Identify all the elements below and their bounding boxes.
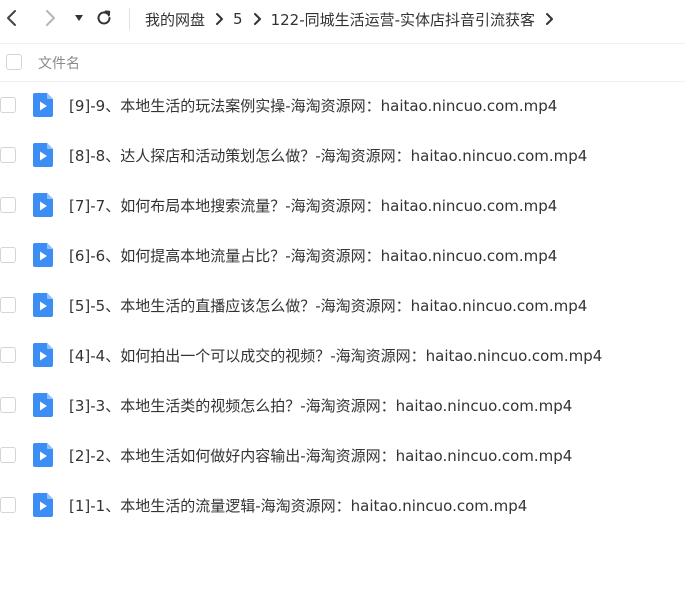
column-header-filename[interactable]: 文件名	[38, 53, 80, 73]
file-name[interactable]: [8]-8、达人探店和活动策划怎么做？-海淘资源网：haitao.nincuo.…	[69, 145, 587, 166]
video-file-icon	[33, 393, 53, 417]
file-list: [9]-9、本地生活的玩法案例实操-海淘资源网：haitao.nincuo.co…	[0, 81, 685, 531]
forward-button[interactable]	[38, 6, 62, 30]
caret-down-icon	[75, 15, 83, 21]
video-file-icon	[33, 343, 53, 367]
file-name[interactable]: [7]-7、如何布局本地搜索流量？-海淘资源网：haitao.nincuo.co…	[69, 195, 557, 216]
file-name[interactable]: [9]-9、本地生活的玩法案例实操-海淘资源网：haitao.nincuo.co…	[69, 95, 557, 116]
video-file-icon	[33, 93, 53, 117]
file-checkbox[interactable]	[0, 147, 16, 163]
select-all-checkbox[interactable]	[6, 54, 22, 70]
file-row[interactable]: [6]-6、如何提高本地流量占比？-海淘资源网：haitao.nincuo.co…	[0, 231, 685, 281]
file-row[interactable]: [8]-8、达人探店和活动策划怎么做？-海淘资源网：haitao.nincuo.…	[0, 131, 685, 181]
history-dropdown-button[interactable]	[67, 6, 91, 30]
video-file-icon	[33, 293, 53, 317]
toolbar: 我的网盘 5 122-同城生活运营-实体店抖音引流获客	[0, 0, 685, 40]
file-row[interactable]: [3]-3、本地生活类的视频怎么拍？-海淘资源网：haitao.nincuo.c…	[0, 381, 685, 431]
file-name[interactable]: [6]-6、如何提高本地流量占比？-海淘资源网：haitao.nincuo.co…	[69, 245, 557, 266]
list-header: 文件名	[0, 43, 685, 82]
file-name[interactable]: [2]-2、本地生活如何做好内容输出-海淘资源网：haitao.nincuo.c…	[69, 445, 572, 466]
file-checkbox[interactable]	[0, 397, 16, 413]
file-row[interactable]: [9]-9、本地生活的玩法案例实操-海淘资源网：haitao.nincuo.co…	[0, 81, 685, 131]
breadcrumb-item-root[interactable]: 我的网盘	[145, 9, 205, 30]
file-name[interactable]: [3]-3、本地生活类的视频怎么拍？-海淘资源网：haitao.nincuo.c…	[69, 395, 572, 416]
file-checkbox[interactable]	[0, 347, 16, 363]
refresh-button[interactable]	[92, 6, 116, 30]
file-name[interactable]: [1]-1、本地生活的流量逻辑-海淘资源网：haitao.nincuo.com.…	[69, 495, 527, 516]
video-file-icon	[33, 143, 53, 167]
file-row[interactable]: [5]-5、本地生活的直播应该怎么做？-海淘资源网：haitao.nincuo.…	[0, 281, 685, 331]
file-checkbox[interactable]	[0, 197, 16, 213]
video-file-icon	[33, 493, 53, 517]
file-row[interactable]: [2]-2、本地生活如何做好内容输出-海淘资源网：haitao.nincuo.c…	[0, 431, 685, 481]
back-button[interactable]	[0, 6, 24, 30]
file-checkbox[interactable]	[0, 97, 16, 113]
video-file-icon	[33, 193, 53, 217]
video-file-icon	[33, 243, 53, 267]
file-name[interactable]: [5]-5、本地生活的直播应该怎么做？-海淘资源网：haitao.nincuo.…	[69, 295, 587, 316]
chevron-right-icon	[46, 10, 55, 26]
breadcrumb-item-current[interactable]: 122-同城生活运营-实体店抖音引流获客	[271, 9, 535, 30]
file-row[interactable]: [1]-1、本地生活的流量逻辑-海淘资源网：haitao.nincuo.com.…	[0, 481, 685, 531]
file-checkbox[interactable]	[0, 497, 16, 513]
chevron-right-icon	[205, 8, 233, 30]
file-checkbox[interactable]	[0, 247, 16, 263]
file-checkbox[interactable]	[0, 447, 16, 463]
file-name[interactable]: [4]-4、如何拍出一个可以成交的视频？-海淘资源网：haitao.nincuo…	[69, 345, 602, 366]
chevron-right-icon[interactable]	[535, 8, 563, 30]
breadcrumb-item-folder[interactable]: 5	[233, 10, 243, 28]
video-file-icon	[33, 443, 53, 467]
file-row[interactable]: [4]-4、如何拍出一个可以成交的视频？-海淘资源网：haitao.nincuo…	[0, 331, 685, 381]
file-row[interactable]: [7]-7、如何布局本地搜索流量？-海淘资源网：haitao.nincuo.co…	[0, 181, 685, 231]
chevron-left-icon	[7, 10, 16, 26]
chevron-right-icon	[243, 8, 271, 30]
breadcrumb: 我的网盘 5 122-同城生活运营-实体店抖音引流获客	[145, 8, 563, 30]
refresh-icon	[97, 10, 111, 25]
file-checkbox[interactable]	[0, 297, 16, 313]
toolbar-divider	[129, 8, 130, 30]
